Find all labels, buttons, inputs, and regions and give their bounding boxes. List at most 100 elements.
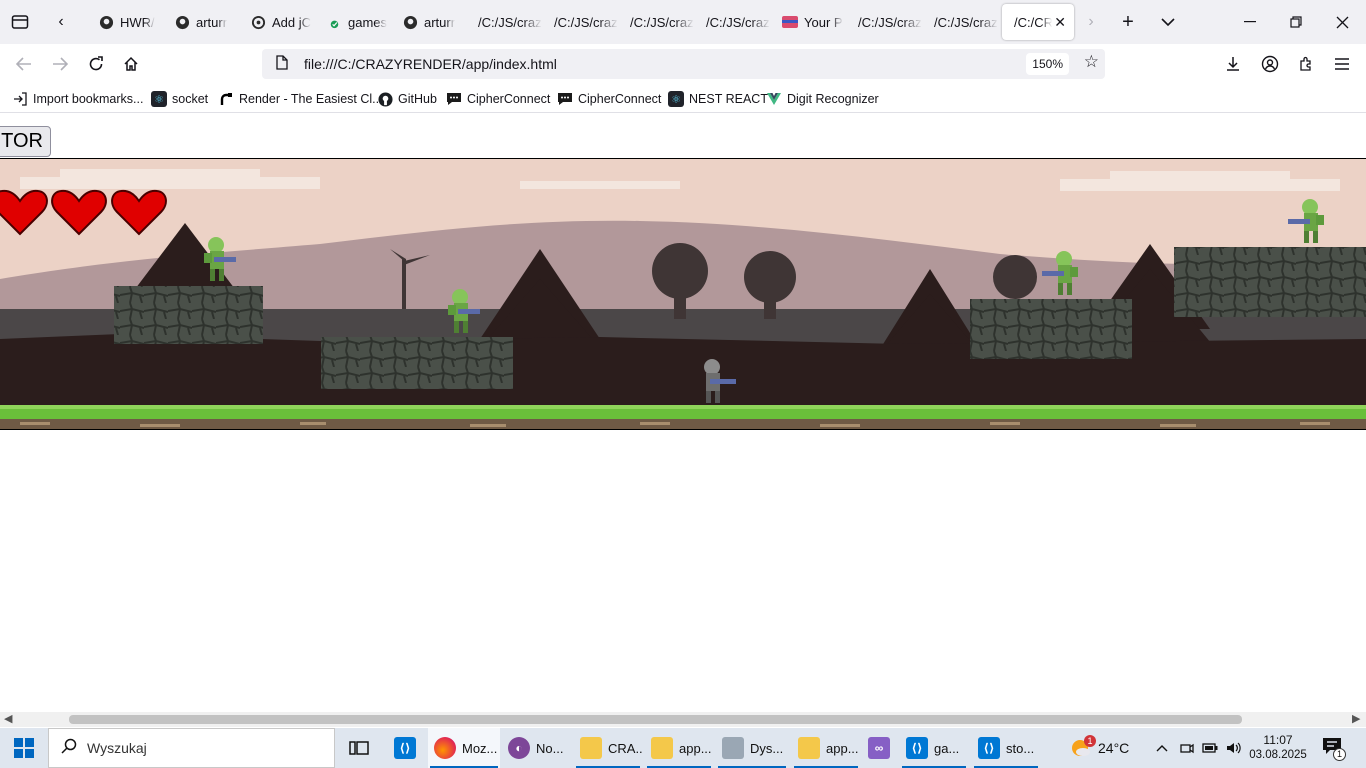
chat-icon xyxy=(446,91,462,107)
editor-button[interactable]: ITOR xyxy=(0,126,51,157)
close-window-icon[interactable] xyxy=(1330,10,1354,34)
weather-widget[interactable]: 1 24°C xyxy=(1068,728,1129,768)
forward-icon[interactable] xyxy=(48,52,72,76)
bookmark-nest-react[interactable]: ⚛ NEST REACT xyxy=(668,90,768,108)
back-icon[interactable] xyxy=(12,52,36,76)
zoom-level-button[interactable]: 150% xyxy=(1026,53,1069,75)
reload-icon[interactable] xyxy=(84,52,108,76)
taskbar-app-label: app... xyxy=(679,740,712,756)
scroll-left-arrow-icon[interactable]: ◀ xyxy=(4,712,12,727)
show-hidden-icons-icon[interactable] xyxy=(1156,728,1168,768)
card-favicon xyxy=(782,14,798,30)
tab-label: arturr xyxy=(424,14,456,30)
github-icon xyxy=(174,14,190,30)
bookmark-socket[interactable]: ⚛ socket xyxy=(151,90,208,108)
tor-icon: ◐ xyxy=(508,737,530,759)
clock-time: 11:07 xyxy=(1263,733,1293,747)
taskbar-app-label: app... xyxy=(826,740,859,756)
taskbar-search-box[interactable]: Wyszukaj xyxy=(48,728,335,768)
tab-10[interactable]: /C:/JS/craz xyxy=(846,4,922,40)
taskbar-app-folder-cra[interactable]: CRA... xyxy=(574,728,642,768)
taskbar-app-folder-app-2[interactable]: app... xyxy=(792,728,860,768)
stone-platform xyxy=(114,286,263,344)
minimize-icon[interactable] xyxy=(1238,10,1262,34)
tabs-scroll-right-icon[interactable]: › xyxy=(1079,10,1103,34)
tab-9[interactable]: Your P xyxy=(770,4,846,40)
tab-label: /C:/JS/craz xyxy=(934,14,998,30)
scroll-right-arrow-icon[interactable]: ▶ xyxy=(1352,712,1360,727)
close-tab-icon[interactable]: ✕ xyxy=(1054,14,1066,31)
bookmark-render[interactable]: Render - The Easiest Cl... xyxy=(218,90,383,108)
navigation-toolbar: file:///C:/CRAZYRENDER/app/index.html 15… xyxy=(0,44,1366,84)
tab-7[interactable]: /C:/JS/craz xyxy=(618,4,694,40)
horizontal-scrollbar[interactable]: ◀ ▶ xyxy=(0,712,1366,727)
notification-icon: 1 xyxy=(1322,737,1346,761)
github-icon xyxy=(377,91,393,107)
scrollbar-thumb[interactable] xyxy=(69,715,1242,724)
clock[interactable]: 11:07 03.08.2025 xyxy=(1249,728,1307,768)
taskbar-app-disk[interactable]: Dys... xyxy=(716,728,788,768)
visual-studio-icon: ∞ xyxy=(868,737,890,759)
list-all-tabs-icon[interactable] xyxy=(1156,10,1180,34)
home-icon[interactable] xyxy=(119,52,143,76)
tab-12-active[interactable]: /C:/CRA ✕ xyxy=(1002,4,1074,40)
taskbar-app-vscode[interactable]: ⟨⟩ xyxy=(388,728,424,768)
taskbar-app-label: No... xyxy=(536,740,564,756)
bookmark-label: Render - The Easiest Cl... xyxy=(239,92,383,106)
downloads-icon[interactable] xyxy=(1221,52,1245,76)
taskbar-app-firefox[interactable]: Moz... xyxy=(428,728,500,768)
openai-icon xyxy=(250,14,266,30)
account-icon[interactable] xyxy=(1258,52,1282,76)
tab-label: Add jC xyxy=(272,14,312,30)
tab-0[interactable]: HWR/ xyxy=(86,4,162,40)
tabs-scroll-left-icon[interactable]: ‹ xyxy=(49,10,73,34)
game-canvas[interactable] xyxy=(0,158,1366,430)
extensions-icon[interactable] xyxy=(1294,52,1318,76)
bookmarks-toolbar: Import bookmarks... ⚛ socket Render - Th… xyxy=(0,84,1366,113)
taskbar-app-label: Dys... xyxy=(750,740,784,756)
restore-icon[interactable] xyxy=(1284,10,1308,34)
bookmark-label: CipherConnect xyxy=(467,92,551,106)
task-view-button[interactable] xyxy=(342,728,378,768)
taskbar-app-vscode-ga[interactable]: ⟨⟩ ga... xyxy=(900,728,968,768)
github-icon xyxy=(98,14,114,30)
search-icon xyxy=(61,738,77,759)
tab-8[interactable]: /C:/JS/craz xyxy=(694,4,770,40)
start-button[interactable] xyxy=(14,728,34,768)
lives-hearts xyxy=(0,189,167,236)
firefox-view-icon[interactable] xyxy=(8,10,32,34)
app-menu-icon[interactable] xyxy=(1330,52,1354,76)
bookmark-import[interactable]: Import bookmarks... xyxy=(12,90,143,108)
taskbar-app-vscode-sto[interactable]: ⟨⟩ sto... xyxy=(972,728,1040,768)
notification-center[interactable]: 1 xyxy=(1322,728,1346,768)
bookmark-label: CipherConnect xyxy=(578,92,662,106)
game-favicon xyxy=(326,14,342,30)
tab-label: /C:/JS/craz xyxy=(858,14,922,30)
taskbar-app-tor[interactable]: ◐ No... xyxy=(502,728,572,768)
bookmark-digit-recognizer[interactable]: Digit Recognizer xyxy=(766,90,879,108)
bookmark-github[interactable]: GitHub xyxy=(377,90,437,108)
url-text[interactable]: file:///C:/CRAZYRENDER/app/index.html xyxy=(304,56,557,72)
tab-2[interactable]: Add jC xyxy=(238,4,314,40)
bookmark-cipherconnect-1[interactable]: CipherConnect xyxy=(446,90,550,108)
taskbar-app-label: ga... xyxy=(934,740,960,756)
tab-6[interactable]: /C:/JS/craz xyxy=(542,4,618,40)
vscode-icon: ⟨⟩ xyxy=(906,737,928,759)
bookmark-cipherconnect-2[interactable]: CipherConnect xyxy=(557,90,661,108)
taskbar-app-folder-app-1[interactable]: app... xyxy=(645,728,713,768)
tab-3[interactable]: games xyxy=(314,4,390,40)
battery-icon[interactable] xyxy=(1202,728,1218,768)
tab-4[interactable]: arturr xyxy=(390,4,466,40)
bookmark-label: NEST REACT xyxy=(689,92,768,106)
bookmark-star-icon[interactable]: ☆ xyxy=(1084,52,1099,72)
url-bar[interactable]: file:///C:/CRAZYRENDER/app/index.html 15… xyxy=(262,49,1105,79)
volume-icon[interactable] xyxy=(1226,728,1242,768)
tab-label: arturr xyxy=(196,14,228,30)
meet-now-icon[interactable] xyxy=(1180,728,1194,768)
taskbar-app-visual-studio[interactable]: ∞ xyxy=(862,728,898,768)
bookmark-label: socket xyxy=(172,92,209,106)
tab-1[interactable]: arturr xyxy=(162,4,238,40)
new-tab-icon[interactable]: + xyxy=(1116,10,1140,34)
tab-5[interactable]: /C:/JS/craz xyxy=(466,4,542,40)
tab-11[interactable]: /C:/JS/craz xyxy=(922,4,998,40)
